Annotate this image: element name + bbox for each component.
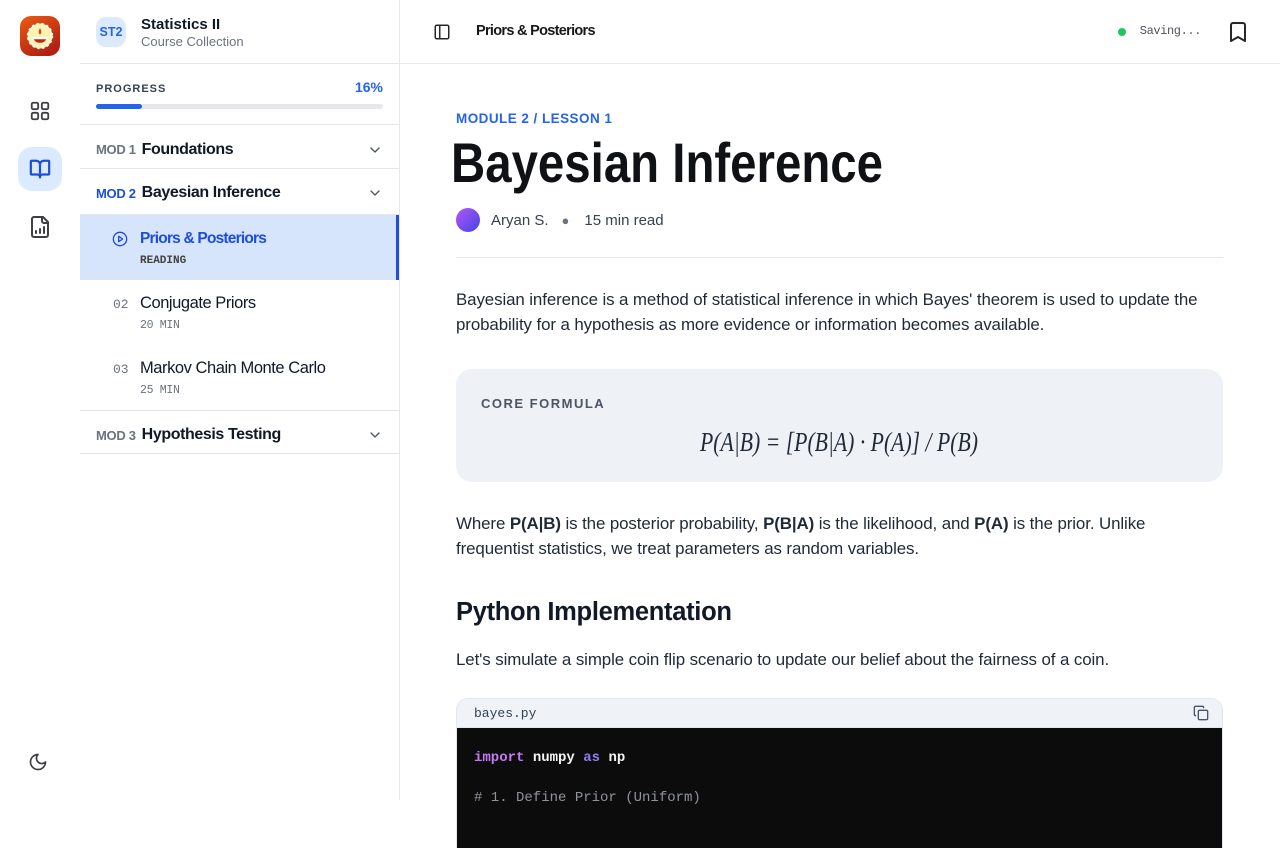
- svg-text:Bayesian Inference: Bayesian Inference: [451, 131, 883, 194]
- svg-text:P(A|B) = [P(B|A) · P(A)] / P(B: P(A|B) = [P(B|A) · P(A)] / P(B): [699, 426, 978, 457]
